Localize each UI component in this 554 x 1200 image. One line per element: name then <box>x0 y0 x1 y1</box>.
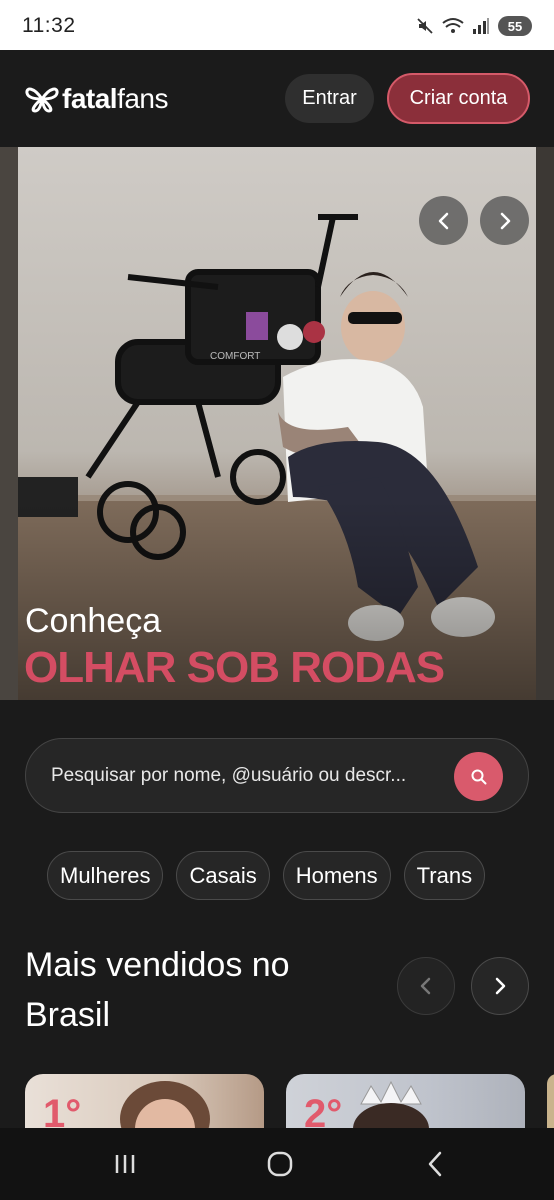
mute-icon <box>417 18 433 34</box>
logo-text-bold: fans <box>117 83 169 114</box>
back-button[interactable] <box>415 1146 455 1182</box>
search-button[interactable] <box>454 752 503 801</box>
chair-sticker-text: COMFORT <box>210 351 260 362</box>
signup-button[interactable]: Criar conta <box>387 73 530 124</box>
section-next-button[interactable] <box>471 957 529 1015</box>
status-time: 11:32 <box>22 14 76 37</box>
hero-carousel[interactable]: COMFORT Conheça OLHAR SOB RODAS <box>0 147 554 700</box>
hero-next-slide-peek <box>536 147 554 700</box>
butterfly-logo-icon <box>25 87 59 113</box>
recent-apps-button[interactable] <box>105 1146 145 1182</box>
home-icon <box>267 1151 293 1177</box>
section-previous-button[interactable] <box>397 957 455 1015</box>
logo-text: fatalfans <box>62 83 169 115</box>
hero-next-button[interactable] <box>480 196 529 245</box>
chip-casais[interactable]: Casais <box>176 851 270 900</box>
back-icon <box>428 1151 442 1177</box>
creator-card[interactable]: 2° <box>286 1074 525 1134</box>
status-bar: 11:32 55 <box>0 0 554 50</box>
chevron-left-icon <box>438 212 448 229</box>
logo-text-light: fatal <box>62 83 118 114</box>
chip-trans[interactable]: Trans <box>403 851 486 900</box>
search-input[interactable] <box>51 761 456 791</box>
creator-card[interactable]: 1° <box>25 1074 264 1134</box>
home-button[interactable] <box>260 1146 300 1182</box>
chevron-right-icon <box>500 212 510 229</box>
logo[interactable]: fatalfans <box>24 83 169 115</box>
hero-previous-button[interactable] <box>419 196 468 245</box>
hero-title[interactable]: OLHAR SOB RODAS <box>24 643 445 693</box>
chip-mulheres[interactable]: Mulheres <box>47 851 164 900</box>
category-chips: Mulheres Casais Homens Trans <box>47 851 486 900</box>
login-button[interactable]: Entrar <box>285 74 374 123</box>
chip-homens[interactable]: Homens <box>282 851 391 900</box>
creator-photo <box>353 1080 429 1134</box>
search-icon <box>471 769 486 784</box>
signal-icon <box>473 18 489 34</box>
chevron-right-icon <box>495 977 506 995</box>
search-bar <box>25 738 529 813</box>
battery-indicator: 55 <box>498 16 532 36</box>
recent-apps-icon <box>115 1155 135 1173</box>
chevron-left-icon <box>420 977 431 995</box>
status-icons: 55 <box>416 14 532 38</box>
hero-kicker: Conheça <box>25 602 162 640</box>
creator-photo <box>120 1081 210 1134</box>
hero-previous-slide-peek <box>0 147 18 700</box>
section-title: Mais vendidos no Brasil <box>25 946 290 1034</box>
wifi-icon <box>442 18 464 33</box>
creator-card-peek[interactable] <box>547 1074 554 1134</box>
app-header: fatalfans Entrar Criar conta <box>0 50 554 147</box>
system-nav-bar <box>0 1128 554 1200</box>
